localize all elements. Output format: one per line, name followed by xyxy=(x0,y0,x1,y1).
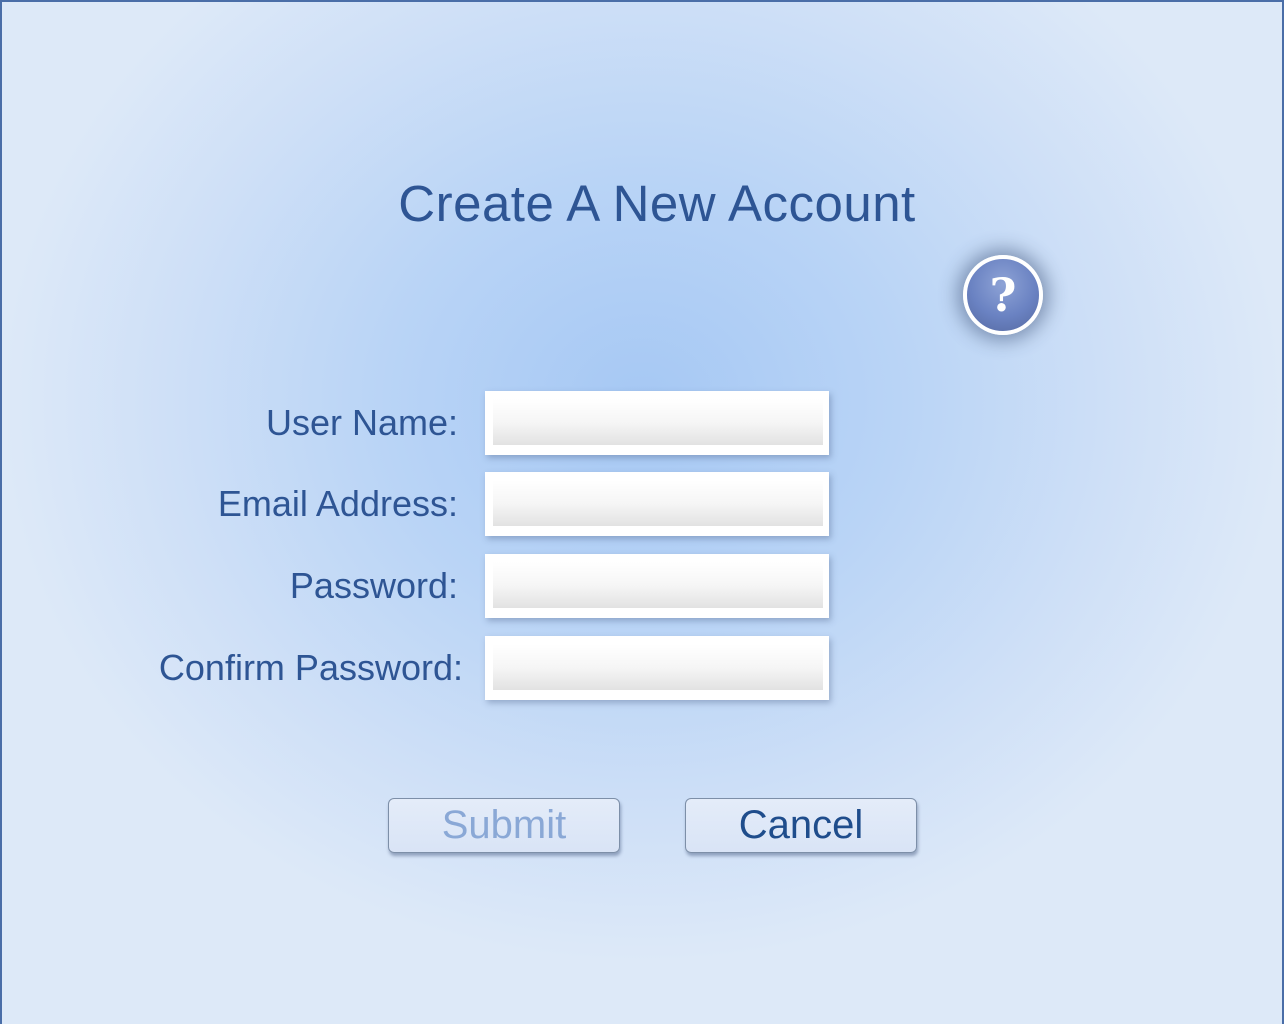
email-field-container xyxy=(485,472,829,536)
confirm-password-label: Confirm Password: xyxy=(158,647,463,688)
username-input[interactable] xyxy=(493,399,823,445)
cancel-button[interactable]: Cancel xyxy=(685,798,917,853)
page-title: Create A New Account xyxy=(398,175,916,232)
confirm-password-field-container xyxy=(485,636,829,700)
email-input[interactable] xyxy=(493,480,823,526)
password-label: Password: xyxy=(289,565,458,606)
email-label: Email Address: xyxy=(217,483,458,524)
account-dialog: Create A New Account ? User Name: Email … xyxy=(0,0,1284,1024)
confirm-password-input[interactable] xyxy=(493,644,823,690)
username-label: User Name: xyxy=(265,402,458,443)
submit-button[interactable]: Submit xyxy=(388,798,620,853)
password-input[interactable] xyxy=(493,562,823,608)
username-field-container xyxy=(485,391,829,455)
password-field-container xyxy=(485,554,829,618)
help-icon[interactable]: ? xyxy=(963,255,1043,335)
